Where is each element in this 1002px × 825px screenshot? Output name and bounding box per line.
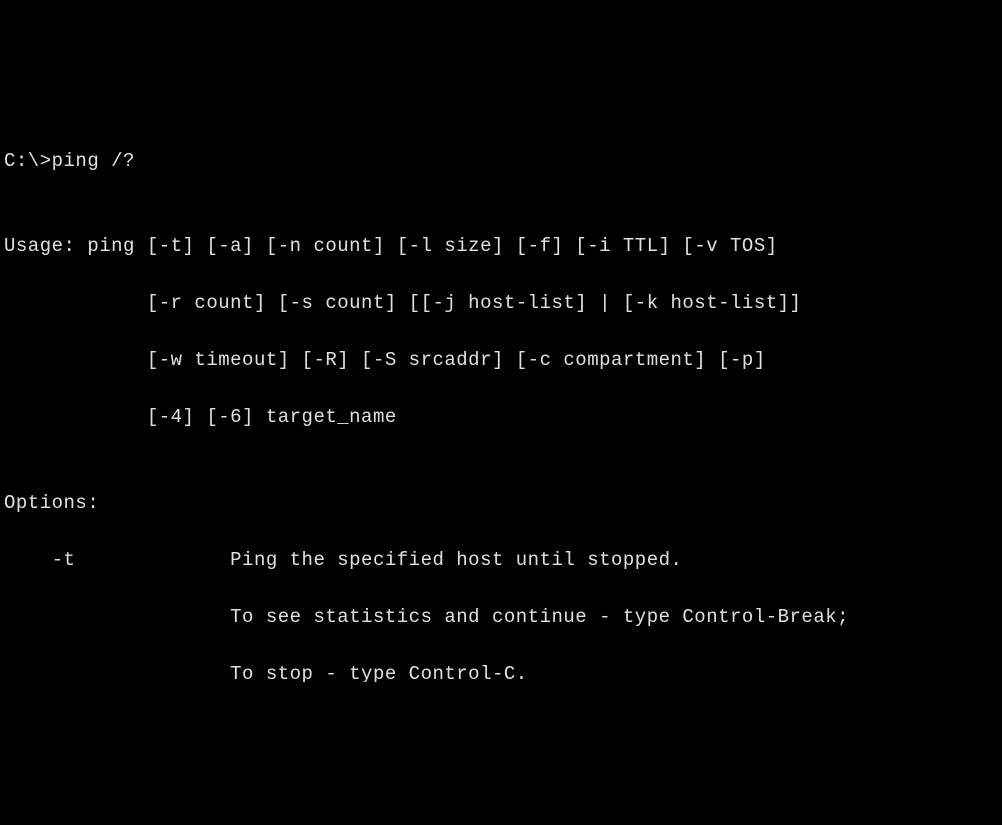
terminal-window[interactable]: C:\>ping /? Usage: ping [-t] [-a] [-n co… xyxy=(4,118,1002,682)
usage-line-1: Usage: ping [-t] [-a] [-n count] [-l siz… xyxy=(4,232,1002,261)
usage-line-3: [-w timeout] [-R] [-S srcaddr] [-c compa… xyxy=(4,346,1002,375)
option-t-line-3: To stop - type Control-C. xyxy=(4,660,1002,683)
option-t-line-1: -t Ping the specified host until stopped… xyxy=(4,546,1002,575)
options-header: Options: xyxy=(4,489,1002,518)
option-t-line-2: To see statistics and continue - type Co… xyxy=(4,603,1002,632)
usage-line-2: [-r count] [-s count] [[-j host-list] | … xyxy=(4,289,1002,318)
command-prompt-line: C:\>ping /? xyxy=(4,147,1002,176)
usage-line-4: [-4] [-6] target_name xyxy=(4,403,1002,432)
